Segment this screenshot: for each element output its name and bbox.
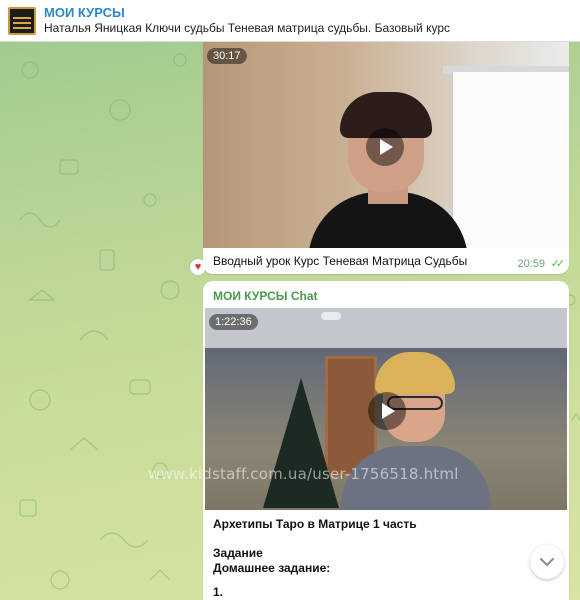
message-bubble[interactable]: 30:17 Вводный урок Курс Теневая Матрица … xyxy=(203,42,569,274)
video-preview[interactable]: 30:17 xyxy=(203,42,569,248)
heart-icon[interactable]: ♥ xyxy=(190,259,206,275)
video-duration: 30:17 xyxy=(207,48,247,64)
watermark-text: www.kidstaff.com.ua/user-1756518.html xyxy=(148,465,459,483)
play-icon[interactable] xyxy=(368,392,406,430)
chevron-down-icon xyxy=(540,558,554,567)
message-caption-line: Домашнее задание: xyxy=(213,561,331,575)
pinned-message-thumbnail[interactable] xyxy=(8,7,36,35)
message-bubble[interactable]: МОИ КУРСЫ Chat 1:22:36 Архетипы Таро в М… xyxy=(203,281,569,600)
christmas-tree xyxy=(263,378,339,508)
message-caption: Вводный урок Курс Теневая Матрица Судьбы xyxy=(213,254,468,268)
message-time: 20:59 xyxy=(517,258,545,270)
double-check-icon: ✓✓ xyxy=(550,258,566,270)
message-caption-line: 1. xyxy=(213,585,224,599)
scroll-to-bottom-button[interactable] xyxy=(530,545,564,579)
flipchart-board xyxy=(451,72,569,248)
chat-header[interactable]: МОИ КУРСЫ Наталья Яницкая Ключи судьбы Т… xyxy=(0,0,580,42)
message-caption-title: Архетипы Таро в Матрице 1 часть xyxy=(213,517,417,531)
video-duration: 1:22:36 xyxy=(209,314,258,330)
sender-name[interactable]: МОИ КУРСЫ Chat xyxy=(213,289,318,303)
channel-name[interactable]: МОИ КУРСЫ xyxy=(44,5,125,20)
message-caption-line: Задание xyxy=(213,546,263,560)
play-icon[interactable] xyxy=(366,128,404,166)
pinned-message-text[interactable]: Наталья Яницкая Ключи судьбы Теневая мат… xyxy=(44,21,450,35)
